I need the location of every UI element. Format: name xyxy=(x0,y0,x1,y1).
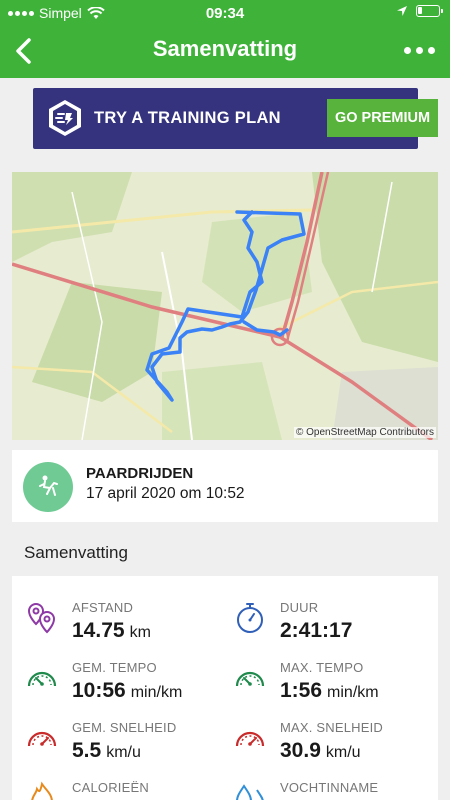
activity-date: 17 april 2020 om 10:52 xyxy=(86,485,245,502)
horse-riding-icon xyxy=(23,462,73,512)
location-arrow-icon xyxy=(397,6,407,16)
stat-avg-pace: GEM. TEMPO 10:56 min/km xyxy=(24,660,224,715)
stat-max-pace: MAX. TEMPO 1:56 min/km xyxy=(232,660,432,715)
clock: 09:34 xyxy=(205,5,245,22)
stat-duration: DUUR 2:41:17 xyxy=(232,600,432,655)
stat-value: 1:56 xyxy=(280,679,323,702)
flame-icon xyxy=(31,781,53,800)
stat-value: 10:56 xyxy=(72,679,126,702)
banner-text: TRY A TRAINING PLAN xyxy=(94,109,281,127)
training-plan-icon xyxy=(49,100,81,136)
map-pins-icon xyxy=(27,602,56,634)
stat-value: 5.5 xyxy=(72,739,102,762)
stat-value: 2:41:17 xyxy=(280,619,353,642)
activity-type: PAARDRIJDEN xyxy=(86,465,194,482)
summary-heading: Samenvatting xyxy=(24,543,128,562)
water-drops-icon xyxy=(236,784,264,800)
stopwatch-icon xyxy=(237,603,263,633)
stat-label: MAX. SNELHEID xyxy=(280,720,384,735)
summary-card: AFSTAND 14.75 km DUUR 2:41:17 GEM. TEMPO … xyxy=(12,576,438,800)
speedometer-icon xyxy=(27,731,57,747)
stat-avg-speed: GEM. SNELHEID 5.5 km/u xyxy=(24,720,224,775)
stat-label: MAX. TEMPO xyxy=(280,660,364,675)
stat-label: GEM. SNELHEID xyxy=(72,720,177,735)
stat-label: GEM. TEMPO xyxy=(72,660,157,675)
map-graphic xyxy=(12,172,438,440)
stat-unit: km xyxy=(129,624,151,641)
stat-label: VOCHTINNAME xyxy=(280,780,379,795)
stat-label: DUUR xyxy=(280,600,319,615)
go-premium-button[interactable]: GO PREMIUM xyxy=(327,99,438,137)
stat-unit: km/u xyxy=(106,744,141,761)
page-title: Samenvatting xyxy=(152,36,298,61)
stat-label: AFSTAND xyxy=(72,600,134,615)
map-attribution[interactable]: © OpenStreetMap Contributors xyxy=(294,427,436,438)
stat-unit: min/km xyxy=(130,684,183,701)
stat-calories: CALORIEËN xyxy=(24,780,224,800)
stat-unit: min/km xyxy=(327,684,379,701)
gauge-icon xyxy=(27,671,57,687)
top-bar: Simpel 09:34 Samenvatting xyxy=(0,0,450,78)
activity-card: PAARDRIJDEN 17 april 2020 om 10:52 xyxy=(12,450,438,522)
stat-label: CALORIEËN xyxy=(72,780,149,795)
stat-hydration: VOCHTINNAME xyxy=(232,780,432,800)
more-options-button[interactable] xyxy=(402,38,436,62)
gauge-icon xyxy=(235,671,265,687)
route-map[interactable]: © OpenStreetMap Contributors xyxy=(12,172,438,440)
stat-value: 30.9 xyxy=(280,739,321,762)
stat-max-speed: MAX. SNELHEID 30.9 km/u xyxy=(232,720,432,775)
battery-icon xyxy=(416,5,443,17)
speedometer-icon xyxy=(235,731,265,747)
stat-value: 14.75 xyxy=(72,619,125,642)
header: Samenvatting xyxy=(0,26,450,76)
stat-unit: km/u xyxy=(325,744,361,761)
premium-banner[interactable]: TRY A TRAINING PLAN GO PREMIUM xyxy=(33,88,438,149)
stat-distance: AFSTAND 14.75 km xyxy=(24,600,224,655)
status-bar: Simpel 09:34 xyxy=(0,0,450,26)
